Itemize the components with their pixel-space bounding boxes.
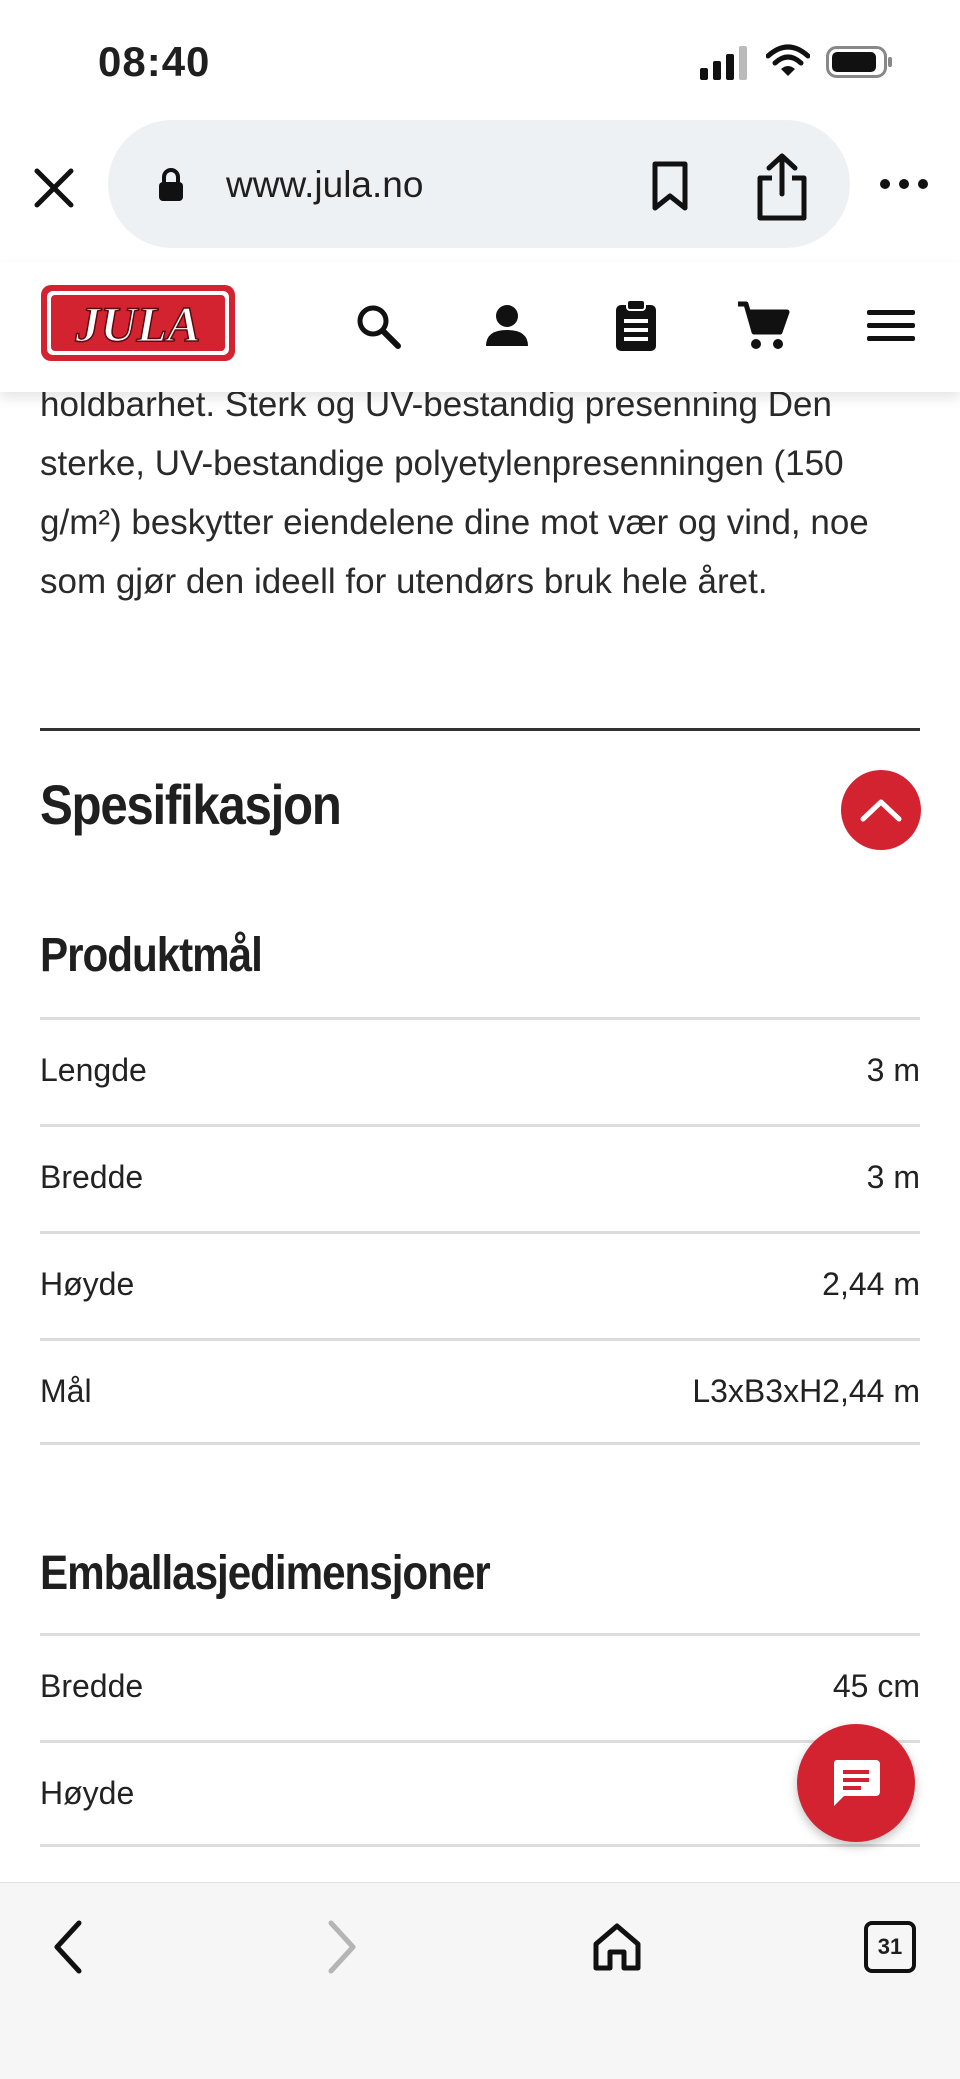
specification-heading[interactable]: Spesifikasjon xyxy=(40,772,342,837)
battery-icon xyxy=(826,46,892,78)
home-icon xyxy=(593,1923,641,1971)
clipboard-icon xyxy=(616,299,656,351)
account-icon xyxy=(486,305,528,346)
spec-label: Høyde xyxy=(40,1775,135,1811)
account-button[interactable] xyxy=(477,296,537,356)
bookmark-button[interactable] xyxy=(650,160,700,216)
search-icon xyxy=(357,305,401,349)
svg-text:JULA: JULA xyxy=(75,296,201,352)
wifi-icon xyxy=(766,44,810,76)
spec-row: Høyde 2,44 m xyxy=(40,1231,920,1338)
menu-button[interactable] xyxy=(861,296,921,356)
close-tab-button[interactable] xyxy=(26,160,82,216)
tabs-icon: 31 xyxy=(864,1921,916,1973)
tabs-count: 31 xyxy=(877,1934,903,1959)
status-time: 08:40 xyxy=(98,38,211,85)
more-options-button[interactable] xyxy=(878,172,930,196)
address-bar[interactable] xyxy=(108,120,850,248)
browser-bottom-bar xyxy=(0,1882,960,2079)
url-text[interactable]: www.jula.no xyxy=(226,164,423,206)
product-description: holdbarhet. Sterk og UV-bestandig presen… xyxy=(40,385,869,601)
lock-icon xyxy=(159,168,183,201)
home-button[interactable] xyxy=(582,1912,652,1982)
spec-label: Bredde xyxy=(40,1159,144,1195)
collapse-specification-button[interactable] xyxy=(841,770,921,850)
chat-button[interactable] xyxy=(797,1724,915,1842)
spec-label: Høyde xyxy=(40,1266,135,1302)
group-title-product-dimensions: Produktmål xyxy=(40,929,263,982)
bookmark-icon xyxy=(652,161,688,211)
spec-row: Bredde 3 m xyxy=(40,1124,920,1231)
section-divider xyxy=(40,728,920,731)
tabs-button[interactable]: 31 xyxy=(855,1912,925,1982)
share-icon xyxy=(757,153,807,221)
spec-row: Høyde xyxy=(40,1740,920,1847)
forward-icon xyxy=(328,1920,356,1974)
spec-row: Mål L3xB3xH2,44 m xyxy=(40,1338,920,1445)
spec-value: 3 m xyxy=(866,1159,920,1195)
spec-label: Mål xyxy=(40,1373,92,1409)
chat-icon xyxy=(833,1760,880,1806)
spec-row: Lengde 3 m xyxy=(40,1017,920,1124)
group-title-package-dimensions: Emballasjedimensjoner xyxy=(40,1547,491,1600)
chevron-up-icon xyxy=(860,799,902,822)
back-button[interactable] xyxy=(33,1912,103,1982)
forward-button[interactable] xyxy=(307,1912,377,1982)
share-button[interactable] xyxy=(752,152,812,222)
spec-label: Lengde xyxy=(40,1052,147,1088)
cart-icon xyxy=(738,301,790,349)
menu-icon xyxy=(867,310,915,341)
close-icon xyxy=(34,168,74,208)
jula-logo[interactable]: JULA xyxy=(39,283,237,363)
spec-row: Bredde 45 cm xyxy=(40,1633,920,1740)
spec-label: Bredde xyxy=(40,1668,144,1704)
shopping-list-button[interactable] xyxy=(606,296,666,356)
signal-icon xyxy=(700,46,747,80)
cart-button[interactable] xyxy=(733,296,793,356)
spec-value: 3 m xyxy=(866,1052,920,1088)
more-icon xyxy=(880,179,928,189)
back-icon xyxy=(54,1920,82,1974)
search-button[interactable] xyxy=(348,296,408,356)
spec-value: 45 cm xyxy=(832,1668,920,1704)
spec-value: L3xB3xH2,44 m xyxy=(692,1373,920,1409)
spec-value: 2,44 m xyxy=(822,1266,920,1302)
